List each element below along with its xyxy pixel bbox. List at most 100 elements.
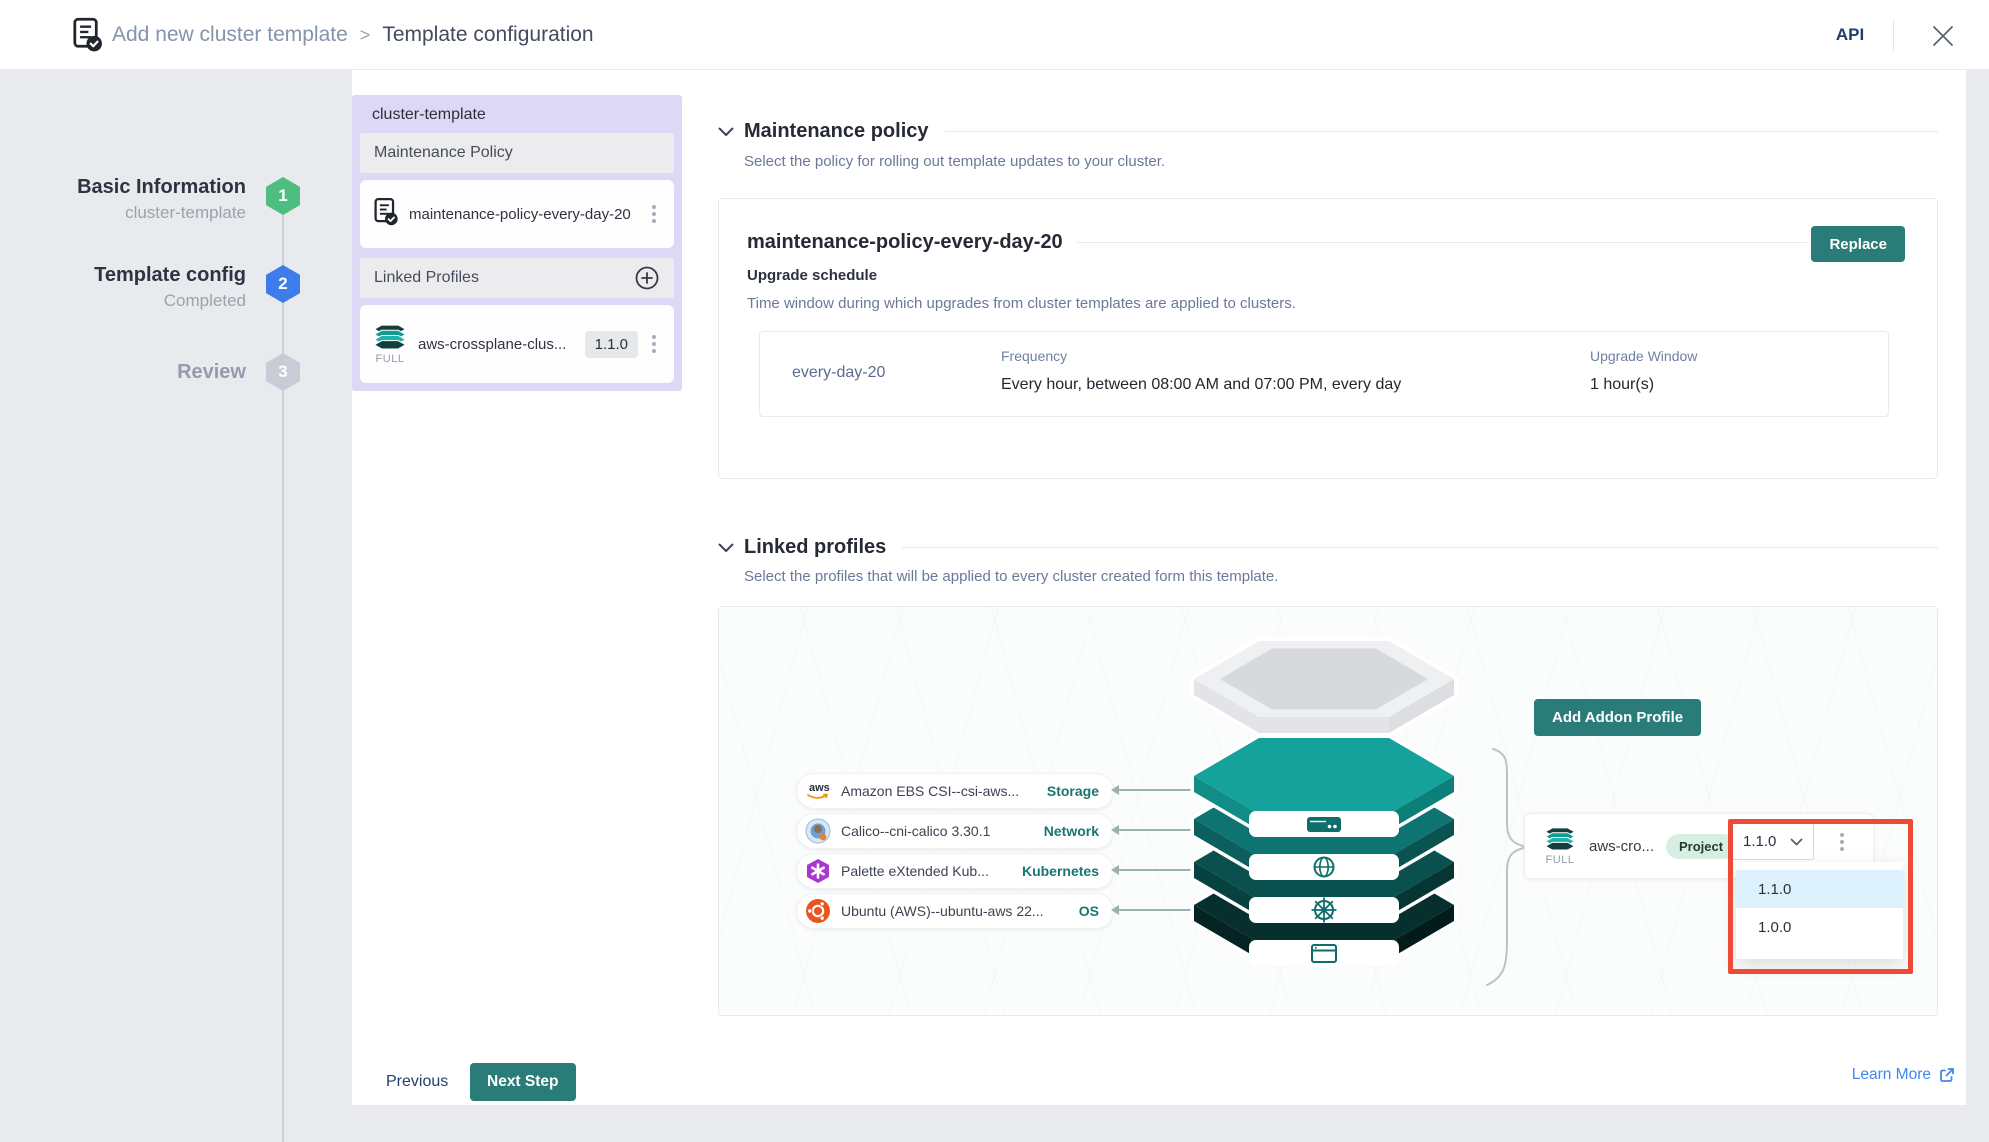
add-cluster-template-wizard: Add new cluster template > Template conf… bbox=[0, 0, 1989, 1142]
version-select[interactable]: 1.1.0 bbox=[1729, 823, 1814, 860]
add-addon-profile-button[interactable]: Add Addon Profile bbox=[1534, 699, 1701, 736]
policy-title-rule bbox=[1077, 242, 1807, 243]
kebab-menu-icon[interactable] bbox=[646, 201, 662, 227]
schedule-name: every-day-20 bbox=[792, 364, 885, 382]
linked-profiles-canvas: aws Amazon EBS CSI--csi-aws... Storage C… bbox=[718, 606, 1938, 1016]
chevron-down-icon[interactable] bbox=[718, 127, 734, 137]
section-rule bbox=[902, 547, 1938, 548]
kebab-menu-icon[interactable] bbox=[1834, 829, 1850, 855]
hexagon-stack bbox=[1129, 631, 1519, 991]
palette-kubernetes-icon bbox=[805, 858, 831, 884]
policy-title-row: maintenance-policy-every-day-20 bbox=[747, 231, 1807, 254]
attached-profile-name: aws-cro... bbox=[1589, 838, 1654, 855]
profile-stack-icon: FULL bbox=[372, 323, 408, 365]
template-minimap: cluster-template Maintenance Policy main… bbox=[352, 95, 682, 391]
kubernetes-layer-icon bbox=[1312, 898, 1337, 923]
step-review[interactable]: Review bbox=[0, 359, 246, 385]
upgrade-schedule-description: Time window during which upgrades from c… bbox=[747, 295, 1296, 312]
minimap-profiles-header: Linked Profiles bbox=[360, 258, 674, 298]
version-option-1-0-0[interactable]: 1.0.0 bbox=[1736, 908, 1903, 946]
frequency-label: Frequency bbox=[1001, 348, 1067, 364]
api-button[interactable]: API bbox=[1828, 0, 1872, 70]
step-title: Review bbox=[0, 359, 246, 385]
profile-type-label: FULL bbox=[376, 353, 405, 365]
step-subtitle: Completed bbox=[0, 288, 246, 314]
schedule-row: every-day-20 Frequency Every hour, betwe… bbox=[759, 331, 1889, 417]
frequency-value: Every hour, between 08:00 AM and 07:00 P… bbox=[1001, 376, 1401, 394]
linked-profiles-section-title: Linked profiles bbox=[744, 536, 886, 559]
step-title: Basic Information bbox=[0, 174, 246, 200]
minimap-profiles-header-label: Linked Profiles bbox=[374, 269, 479, 287]
step-template-config[interactable]: Template config Completed bbox=[0, 262, 246, 314]
chevron-down-icon[interactable] bbox=[718, 543, 734, 553]
maintenance-section-subtitle: Select the policy for rolling out templa… bbox=[744, 153, 1165, 170]
step-badge-2[interactable]: 2 bbox=[266, 265, 300, 303]
step-badge-1[interactable]: 1 bbox=[266, 177, 300, 215]
external-link-icon bbox=[1938, 1066, 1956, 1084]
breadcrumb-separator: > bbox=[360, 25, 371, 46]
plus-circle-icon[interactable] bbox=[634, 265, 660, 291]
header-divider bbox=[1893, 20, 1894, 51]
upgrade-window-value: 1 hour(s) bbox=[1590, 376, 1654, 394]
layer-name: Amazon EBS CSI--csi-aws... bbox=[841, 783, 1037, 799]
version-option-1-1-0[interactable]: 1.1.0 bbox=[1736, 870, 1903, 908]
page-title: Template configuration bbox=[382, 23, 593, 47]
breadcrumb-parent[interactable]: Add new cluster template bbox=[112, 23, 348, 47]
minimap-maintenance-header-label: Maintenance Policy bbox=[374, 144, 513, 162]
learn-more-link[interactable]: Learn More bbox=[1852, 1066, 1956, 1084]
ubuntu-icon bbox=[805, 898, 831, 924]
chevron-down-icon bbox=[1790, 838, 1803, 846]
maintenance-section-header: Maintenance policy bbox=[718, 120, 1938, 143]
profile-version-badge: 1.1.0 bbox=[585, 331, 638, 358]
calico-icon bbox=[805, 818, 831, 844]
step-badge-3[interactable]: 3 bbox=[266, 353, 300, 391]
layer-category: OS bbox=[1079, 903, 1099, 919]
layer-category: Kubernetes bbox=[1022, 863, 1099, 879]
profile-stack-icon: FULL bbox=[1543, 826, 1577, 866]
replace-button[interactable]: Replace bbox=[1811, 226, 1905, 262]
scope-badge: Project bbox=[1666, 834, 1736, 859]
layer-name: Calico--cni-calico 3.30.1 bbox=[841, 823, 1034, 839]
step-subtitle: cluster-template bbox=[0, 200, 246, 226]
minimap-maintenance-header: Maintenance Policy bbox=[360, 133, 674, 173]
policy-doc-icon bbox=[372, 197, 399, 232]
empty-layer-slab bbox=[1194, 641, 1454, 733]
layer-name: Ubuntu (AWS)--ubuntu-aws 22... bbox=[841, 903, 1069, 919]
top-bar: Add new cluster template > Template conf… bbox=[0, 0, 1989, 70]
linked-profiles-section-header: Linked profiles bbox=[718, 536, 1938, 559]
step-title: Template config bbox=[0, 262, 246, 288]
template-doc-icon bbox=[70, 17, 104, 58]
svg-text:aws: aws bbox=[809, 782, 830, 794]
upgrade-window-label: Upgrade Window bbox=[1590, 348, 1697, 364]
learn-more-label: Learn More bbox=[1852, 1066, 1931, 1084]
previous-button[interactable]: Previous bbox=[386, 1063, 448, 1101]
section-rule bbox=[945, 131, 1939, 132]
storage-layer-icon bbox=[1307, 817, 1341, 832]
next-step-button[interactable]: Next Step bbox=[470, 1063, 576, 1101]
policy-name: maintenance-policy-every-day-20 bbox=[747, 231, 1063, 254]
minimap-profile-item[interactable]: FULL aws-crossplane-clus... 1.1.0 bbox=[360, 305, 674, 383]
version-dropdown: 1.1.0 1.0.0 bbox=[1736, 862, 1903, 959]
layer-pill-os[interactable]: Ubuntu (AWS)--ubuntu-aws 22... OS bbox=[796, 893, 1114, 929]
aws-icon: aws bbox=[805, 778, 831, 804]
linked-profiles-section-subtitle: Select the profiles that will be applied… bbox=[744, 568, 1278, 585]
layer-pill-network[interactable]: Calico--cni-calico 3.30.1 Network bbox=[796, 813, 1114, 849]
layer-name: Palette eXtended Kub... bbox=[841, 863, 1012, 879]
maintenance-policy-card: maintenance-policy-every-day-20 Replace … bbox=[718, 198, 1938, 479]
wizard-stepper: Basic Information cluster-template 1 Tem… bbox=[0, 70, 352, 1142]
layer-pill-kubernetes[interactable]: Palette eXtended Kub... Kubernetes bbox=[796, 853, 1114, 889]
version-select-value: 1.1.0 bbox=[1743, 833, 1776, 850]
profile-type-label: FULL bbox=[1546, 854, 1575, 866]
layer-category: Network bbox=[1044, 823, 1099, 839]
layer-category: Storage bbox=[1047, 783, 1099, 799]
maintenance-section-title: Maintenance policy bbox=[744, 120, 929, 143]
minimap-maintenance-item-label: maintenance-policy-every-day-20 bbox=[409, 206, 646, 223]
kebab-menu-icon[interactable] bbox=[646, 331, 662, 357]
close-icon[interactable] bbox=[1930, 23, 1956, 49]
step-basic-information[interactable]: Basic Information cluster-template bbox=[0, 174, 246, 226]
minimap-title: cluster-template bbox=[372, 106, 486, 124]
upgrade-schedule-heading: Upgrade schedule bbox=[747, 267, 877, 284]
layer-pill-storage[interactable]: aws Amazon EBS CSI--csi-aws... Storage bbox=[796, 773, 1114, 809]
stepper-connector-line bbox=[282, 196, 284, 1142]
minimap-maintenance-item[interactable]: maintenance-policy-every-day-20 bbox=[360, 180, 674, 248]
